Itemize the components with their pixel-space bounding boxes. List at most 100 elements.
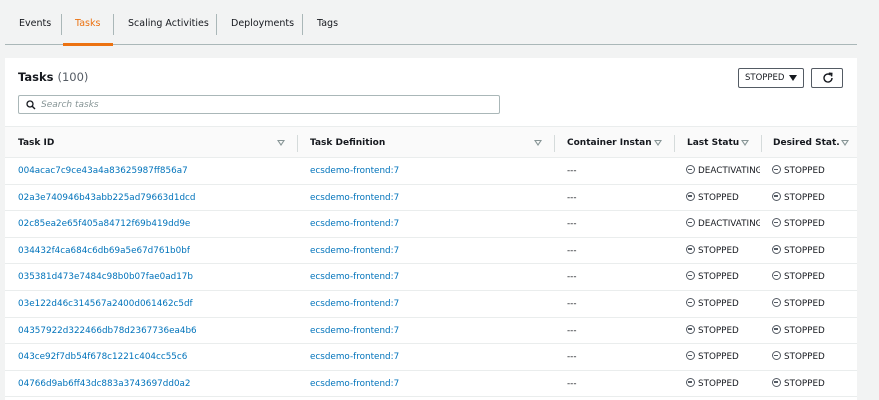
task-id-link[interactable]: 03e122d46c314567a2400d061462c5df — [18, 291, 193, 317]
desired-status-text: STOPPED — [784, 272, 825, 283]
column-separator — [674, 135, 675, 152]
search-icon — [26, 100, 36, 110]
desired-status-text: STOPPED — [784, 298, 825, 309]
sort-caret-icon[interactable] — [741, 140, 749, 146]
last-status: STOPPED — [686, 291, 760, 317]
status-filter-select[interactable]: STOPPED — [738, 68, 804, 88]
task-definition-link[interactable]: ecsdemo-frontend:7 — [310, 185, 399, 211]
status-stopped-icon — [772, 324, 781, 334]
sort-caret-icon[interactable] — [277, 140, 285, 146]
status-stopped-icon — [686, 271, 695, 281]
task-id-link[interactable]: 034432f4ca684c6db69a5e67d761b0bf — [18, 238, 190, 264]
container-instance: --- — [567, 352, 577, 363]
last-status-text: STOPPED — [698, 245, 739, 256]
status-stopped-icon — [772, 377, 781, 387]
status-stopped-icon — [686, 297, 695, 307]
refresh-icon — [823, 72, 833, 83]
task-definition-link[interactable]: ecsdemo-frontend:7 — [310, 211, 399, 237]
tab-tags[interactable]: Tags — [317, 0, 338, 45]
status-stopped-icon — [772, 244, 781, 254]
last-status-text: DEACTIVATING — [698, 166, 760, 176]
task-definition-link[interactable]: ecsdemo-frontend:7 — [310, 291, 399, 317]
container-instance: --- — [567, 298, 577, 309]
table-row: 03e122d46c314567a2400d061462c5df ecsdemo… — [5, 291, 857, 318]
desired-status: STOPPED — [772, 238, 825, 264]
tasks-panel: Tasks (100) STOPPED Task ID Task Definit… — [5, 58, 857, 400]
task-definition-link[interactable]: ecsdemo-frontend:7 — [310, 318, 399, 344]
container-instance: --- — [567, 272, 577, 283]
task-id-link[interactable]: 035381d473e7484c98b0b07fae0ad17b — [18, 264, 193, 290]
last-status-text: STOPPED — [698, 352, 739, 363]
desired-status-text: STOPPED — [784, 325, 825, 336]
panel-title: Tasks (100) — [18, 70, 88, 84]
tab-bar: Events Tasks Scaling Activities Deployme… — [5, 0, 857, 46]
desired-status: STOPPED — [772, 158, 825, 184]
table-row: 04766d9ab6ff43dc883a3743697dd0a2 ecsdemo… — [5, 371, 857, 398]
caret-down-icon — [789, 75, 797, 81]
tab-separator — [302, 14, 303, 35]
status-stopped-icon — [686, 165, 695, 174]
last-status: DEACTIVATING — [686, 211, 760, 237]
task-id-link[interactable]: 043ce92f7db54f678c1221c404cc55c6 — [18, 344, 187, 370]
table-row: 035381d473e7484c98b0b07fae0ad17b ecsdemo… — [5, 264, 857, 291]
task-definition-link[interactable]: ecsdemo-frontend:7 — [310, 371, 399, 397]
panel-title-text: Tasks — [18, 70, 54, 84]
last-status: STOPPED — [686, 344, 760, 370]
status-stopped-icon — [686, 377, 695, 387]
task-definition-link[interactable]: ecsdemo-frontend:7 — [310, 158, 399, 184]
table-row: 034432f4ca684c6db69a5e67d761b0bf ecsdemo… — [5, 238, 857, 265]
column-separator — [297, 135, 298, 152]
task-id-link[interactable]: 02a3e740946b43abb225ad79663d1dcd — [18, 185, 195, 211]
task-definition-link[interactable]: ecsdemo-frontend:7 — [310, 264, 399, 290]
desired-status: STOPPED — [772, 318, 825, 344]
column-header-task-id[interactable]: Task ID — [18, 127, 218, 159]
status-stopped-icon — [686, 218, 695, 228]
task-id-link[interactable]: 04357922d322466db78d2367736ea4b6 — [18, 318, 197, 344]
status-stopped-icon — [686, 351, 695, 361]
tab-tasks[interactable]: Tasks — [62, 0, 115, 46]
tab-separator — [216, 14, 217, 35]
desired-status: STOPPED — [772, 211, 825, 237]
container-instance: --- — [567, 378, 577, 389]
container-instance: --- — [567, 219, 577, 230]
search-box — [18, 95, 500, 114]
column-header-container-instance[interactable]: Container Instance — [567, 127, 651, 159]
desired-status: STOPPED — [772, 344, 825, 370]
last-status: STOPPED — [686, 371, 760, 397]
last-status-text: STOPPED — [698, 192, 739, 203]
task-id-link[interactable]: 004acac7c9ce43a4a83625987ff856a7 — [18, 158, 188, 184]
last-status-text: STOPPED — [698, 378, 739, 389]
last-status-text: STOPPED — [698, 272, 739, 283]
tab-events[interactable]: Events — [19, 0, 51, 45]
container-instance: --- — [567, 245, 577, 256]
last-status: STOPPED — [686, 238, 760, 264]
tab-scaling-activities[interactable]: Scaling Activities — [128, 0, 209, 45]
desired-status: STOPPED — [772, 185, 825, 211]
status-stopped-icon — [772, 297, 781, 307]
sort-caret-icon[interactable] — [534, 140, 542, 146]
task-id-link[interactable]: 04766d9ab6ff43dc883a3743697dd0a2 — [18, 371, 191, 397]
status-stopped-icon — [772, 271, 781, 281]
tab-deployments[interactable]: Deployments — [231, 0, 294, 45]
last-status: DEACTIVATING — [686, 158, 760, 184]
column-header-desired-status[interactable]: Desired Stat... — [773, 127, 839, 159]
tab-separator — [113, 14, 114, 35]
task-definition-link[interactable]: ecsdemo-frontend:7 — [310, 238, 399, 264]
table-row: 02c85ea2e65f405a84712f69b419dd9e ecsdemo… — [5, 211, 857, 238]
task-id-link[interactable]: 02c85ea2e65f405a84712f69b419dd9e — [18, 211, 190, 237]
last-status: STOPPED — [686, 264, 760, 290]
desired-status-text: STOPPED — [784, 378, 825, 389]
desired-status-text: STOPPED — [784, 192, 825, 203]
task-definition-link[interactable]: ecsdemo-frontend:7 — [310, 344, 399, 370]
status-stopped-icon — [772, 351, 781, 361]
sort-caret-icon[interactable] — [654, 140, 662, 146]
table-row: 043ce92f7db54f678c1221c404cc55c6 ecsdemo… — [5, 344, 857, 371]
desired-status-text: STOPPED — [784, 219, 825, 230]
refresh-button[interactable] — [811, 68, 843, 88]
column-header-last-status[interactable]: Last Status — [687, 127, 739, 159]
search-input[interactable] — [41, 96, 491, 113]
status-filter-value: STOPPED — [745, 73, 785, 83]
sort-caret-icon[interactable] — [841, 140, 849, 146]
column-separator — [761, 135, 762, 152]
column-header-task-definition[interactable]: Task Definition — [310, 127, 510, 159]
